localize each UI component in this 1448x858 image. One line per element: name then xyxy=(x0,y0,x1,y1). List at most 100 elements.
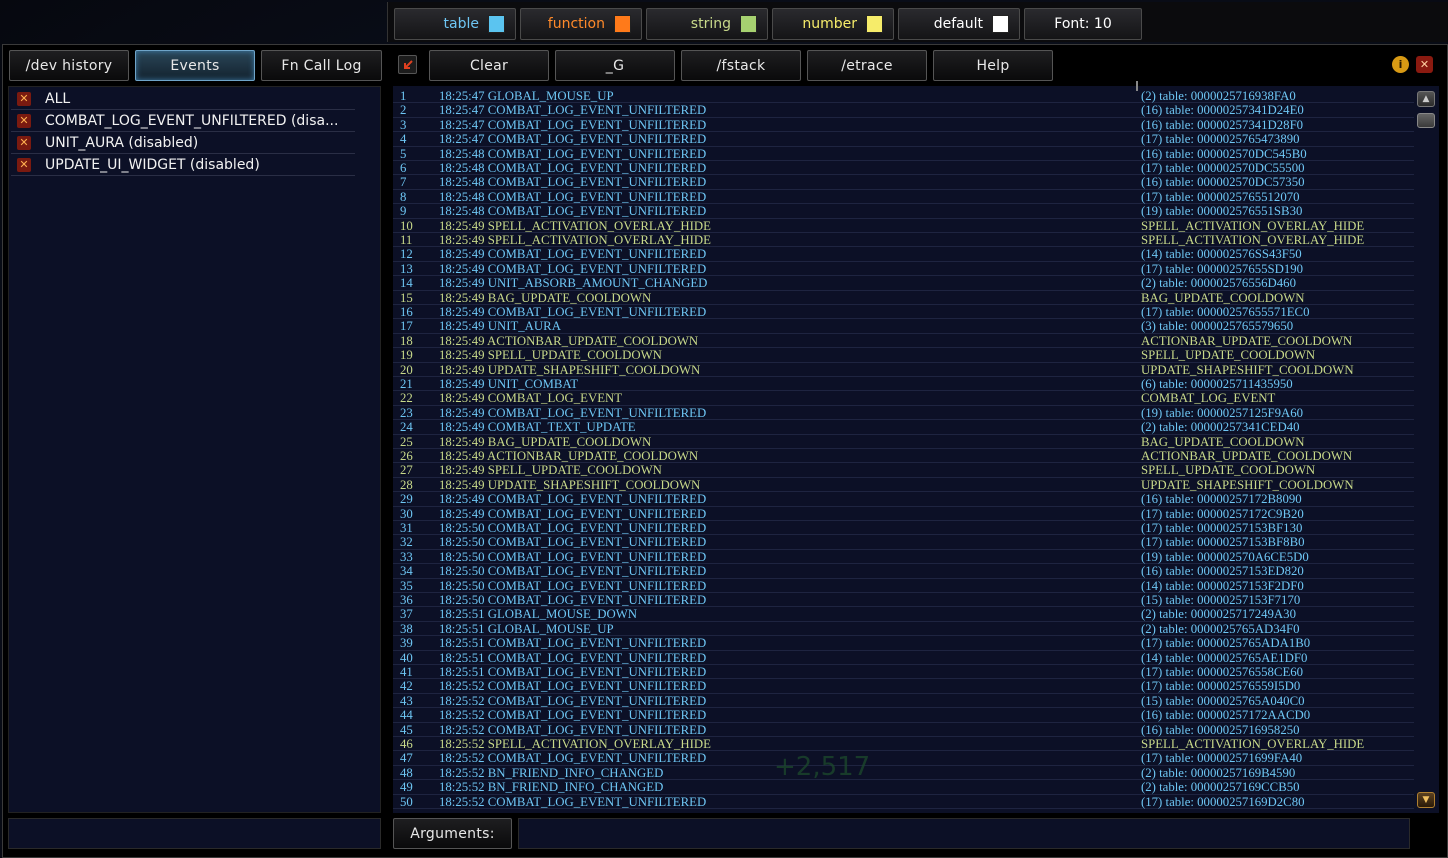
info-icon[interactable]: i xyxy=(1392,56,1409,73)
log-row[interactable]: 37 18:25:51 GLOBAL_MOUSE_DOWN (2) table: 0… xyxy=(393,607,1414,622)
legend-table-swatch[interactable] xyxy=(488,15,505,33)
log-row-args[interactable]: (17) table: 00000257169D2C80 xyxy=(1141,795,1305,809)
log-row-args[interactable]: SPELL_ACTIVATION_OVERLAY_HIDE xyxy=(1141,737,1364,751)
tab-fn-call-log[interactable]: Fn Call Log xyxy=(261,50,382,81)
log-row-args[interactable]: (14) table: 000002576SS43F50 xyxy=(1141,247,1302,261)
log-row[interactable]: 29 18:25:49 COMBAT_LOG_EVENT_UNFILTERED (1… xyxy=(393,492,1414,507)
log-row-args[interactable]: (17) table: 000002576558CE60 xyxy=(1141,665,1303,679)
legend-string[interactable]: string xyxy=(646,8,768,40)
log-row[interactable]: 10 18:25:49 SPELL_ACTIVATION_OVERLAY_HIDE… xyxy=(393,219,1414,233)
log-row-args[interactable]: (16) table: 00000257341D28F0 xyxy=(1141,118,1303,132)
help-button[interactable]: Help xyxy=(933,50,1053,81)
log-row[interactable]: 4 18:25:47 COMBAT_LOG_EVENT_UNFILTERED (17… xyxy=(393,132,1414,147)
log-row[interactable]: 3 18:25:47 COMBAT_LOG_EVENT_UNFILTERED (16… xyxy=(393,118,1414,133)
log-row-args[interactable]: (2) table: 00000257169B4590 xyxy=(1141,766,1295,780)
log-row[interactable]: 6 18:25:48 COMBAT_LOG_EVENT_UNFILTERED (17… xyxy=(393,161,1414,176)
log-row-args[interactable]: (14) table: 0000025765AE1DF0 xyxy=(1141,651,1307,665)
log-row-args[interactable]: (17) table: 0000025765ADA1B0 xyxy=(1141,636,1310,650)
log-row-args[interactable]: ACTIONBAR_UPDATE_COOLDOWN xyxy=(1141,334,1352,348)
log-row[interactable]: 33 18:25:50 COMBAT_LOG_EVENT_UNFILTERED (1… xyxy=(393,550,1414,565)
log-row-args[interactable]: (17) table: 00000257655SD190 xyxy=(1141,262,1303,276)
log-row-args[interactable]: ACTIONBAR_UPDATE_COOLDOWN xyxy=(1141,449,1352,463)
log-row[interactable]: 14 18:25:49 UNIT_ABSORB_AMOUNT_CHANGED (2)… xyxy=(393,276,1414,291)
collapse-arrow-icon[interactable] xyxy=(398,55,417,74)
log-row[interactable]: 9 18:25:48 COMBAT_LOG_EVENT_UNFILTERED (19… xyxy=(393,204,1414,219)
scroll-thumb[interactable] xyxy=(1417,113,1435,128)
log-row[interactable]: 49 18:25:52 BN_FRIEND_INFO_CHANGED (2) tab… xyxy=(393,780,1414,795)
remove-x-icon[interactable]: ✕ xyxy=(17,136,31,150)
log-row[interactable]: 46 18:25:52 SPELL_ACTIVATION_OVERLAY_HIDE… xyxy=(393,737,1414,752)
log-row-args[interactable]: UPDATE_SHAPESHIFT_COOLDOWN xyxy=(1141,363,1354,377)
arguments-input[interactable] xyxy=(518,818,1410,849)
log-row[interactable]: 32 18:25:50 COMBAT_LOG_EVENT_UNFILTERED (1… xyxy=(393,535,1414,550)
log-row-args[interactable]: (19) table: 000002570A6CE5D0 xyxy=(1141,550,1309,564)
log-row[interactable]: 2 18:25:47 COMBAT_LOG_EVENT_UNFILTERED (16… xyxy=(393,103,1414,118)
event-filter-item[interactable]: ✕ UNIT_AURA (disabled) xyxy=(11,133,355,154)
legend-default-swatch[interactable] xyxy=(992,15,1009,33)
remove-x-icon[interactable]: ✕ xyxy=(17,158,31,172)
log-row[interactable]: 16 18:25:49 COMBAT_LOG_EVENT_UNFILTERED (1… xyxy=(393,305,1414,320)
log-row[interactable]: 40 18:25:51 COMBAT_LOG_EVENT_UNFILTERED (1… xyxy=(393,651,1414,665)
log-row-args[interactable]: (15) table: 0000025765A040C0 xyxy=(1141,694,1305,708)
log-row-args[interactable]: SPELL_ACTIVATION_OVERLAY_HIDE xyxy=(1141,233,1364,247)
log-row[interactable]: 31 18:25:50 COMBAT_LOG_EVENT_UNFILTERED (1… xyxy=(393,521,1414,536)
log-row[interactable]: 22 18:25:49 COMBAT_LOG_EVENT COMBAT_LOG_EV… xyxy=(393,391,1414,406)
log-row-args[interactable]: COMBAT_LOG_EVENT xyxy=(1141,391,1275,405)
log-row-args[interactable]: SPELL_UPDATE_COOLDOWN xyxy=(1141,463,1315,477)
close-icon[interactable]: ✕ xyxy=(1416,56,1433,73)
log-row[interactable]: 15 18:25:49 BAG_UPDATE_COOLDOWN BAG_UPDATE… xyxy=(393,291,1414,305)
log-row-args[interactable]: (2) table: 0000025765AD34F0 xyxy=(1141,622,1300,636)
log-row[interactable]: 43 18:25:52 COMBAT_LOG_EVENT_UNFILTERED (1… xyxy=(393,694,1414,709)
log-row-args[interactable]: (19) table: 000002576551SB30 xyxy=(1141,204,1302,218)
log-row-args[interactable]: (17) table: 00000257153BF130 xyxy=(1141,521,1302,535)
log-row[interactable]: 8 18:25:48 COMBAT_LOG_EVENT_UNFILTERED (17… xyxy=(393,190,1414,205)
log-row-args[interactable]: (2) table: 000002576556D460 xyxy=(1141,276,1296,290)
legend-function[interactable]: function xyxy=(520,8,642,40)
log-row-args[interactable]: (17) table: 00000257153BF8B0 xyxy=(1141,535,1305,549)
log-row[interactable]: 48 18:25:52 BN_FRIEND_INFO_CHANGED (2) tab… xyxy=(393,766,1414,781)
fstack-button[interactable]: /fstack xyxy=(681,50,801,81)
tab-dev-history[interactable]: /dev history xyxy=(9,50,129,81)
tab-events[interactable]: Events xyxy=(135,50,255,81)
log-row[interactable]: 21 18:25:49 UNIT_COMBAT (6) table: 0000025… xyxy=(393,377,1414,392)
log-row-args[interactable]: (16) table: 0000025716958250 xyxy=(1141,723,1300,737)
log-row[interactable]: 27 18:25:49 SPELL_UPDATE_COOLDOWN SPELL_UP… xyxy=(393,463,1414,478)
log-row-args[interactable]: SPELL_UPDATE_COOLDOWN xyxy=(1141,348,1315,362)
log-row-args[interactable]: (3) table: 0000025765579650 xyxy=(1141,319,1293,333)
event-filter-item[interactable]: ✕ ALL xyxy=(11,89,355,110)
log-row-args[interactable]: (17) table: 00000257172C9B20 xyxy=(1141,507,1304,521)
event-filter-item[interactable]: ✕ COMBAT_LOG_EVENT_UNFILTERED (disa... xyxy=(11,111,355,132)
log-row[interactable]: 42 18:25:52 COMBAT_LOG_EVENT_UNFILTERED (1… xyxy=(393,679,1414,694)
log-row[interactable]: 24 18:25:49 COMBAT_TEXT_UPDATE (2) table: … xyxy=(393,420,1414,435)
log-scrollbar[interactable]: ▲ ▼ xyxy=(1414,86,1439,813)
log-row[interactable]: 30 18:25:49 COMBAT_LOG_EVENT_UNFILTERED (1… xyxy=(393,507,1414,521)
log-row-args[interactable]: (17) table: 000002570DC55500 xyxy=(1141,161,1305,175)
log-row-args[interactable]: (16) table: 00000257172AACD0 xyxy=(1141,708,1310,722)
log-row-args[interactable]: (2) table: 00000257169CCB50 xyxy=(1141,780,1300,794)
log-row-args[interactable]: BAG_UPDATE_COOLDOWN xyxy=(1141,435,1305,449)
event-log-list[interactable]: 1 18:25:47 GLOBAL_MOUSE_UP (2) table: 0000… xyxy=(393,86,1414,813)
log-row[interactable]: 35 18:25:50 COMBAT_LOG_EVENT_UNFILTERED (1… xyxy=(393,579,1414,593)
log-row[interactable]: 23 18:25:49 COMBAT_LOG_EVENT_UNFILTERED (1… xyxy=(393,406,1414,421)
scroll-down-icon[interactable]: ▼ xyxy=(1417,792,1435,808)
legend-string-swatch[interactable] xyxy=(740,15,757,33)
log-row-args[interactable]: (17) table: 0000025765512070 xyxy=(1141,190,1300,204)
remove-x-icon[interactable]: ✕ xyxy=(17,92,31,106)
g-button[interactable]: _G xyxy=(555,50,675,81)
log-row-args[interactable]: (14) table: 00000257153F2DF0 xyxy=(1141,579,1304,593)
log-row[interactable]: 1 18:25:47 GLOBAL_MOUSE_UP (2) table: 0000… xyxy=(393,89,1414,104)
scroll-up-icon[interactable]: ▲ xyxy=(1417,91,1435,107)
log-row[interactable]: 17 18:25:49 UNIT_AURA (3) table: 000002576… xyxy=(393,319,1414,334)
log-row[interactable]: 36 18:25:50 COMBAT_LOG_EVENT_UNFILTERED (1… xyxy=(393,593,1414,608)
log-row[interactable]: 19 18:25:49 SPELL_UPDATE_COOLDOWN SPELL_UP… xyxy=(393,348,1414,363)
log-row[interactable]: 45 18:25:52 COMBAT_LOG_EVENT_UNFILTERED (1… xyxy=(393,723,1414,737)
log-row-args[interactable]: UPDATE_SHAPESHIFT_COOLDOWN xyxy=(1141,478,1354,492)
log-row-args[interactable]: (15) table: 00000257153F7170 xyxy=(1141,593,1300,607)
filter-input[interactable] xyxy=(8,818,381,849)
log-row[interactable]: 38 18:25:51 GLOBAL_MOUSE_UP (2) table: 000… xyxy=(393,622,1414,637)
log-row-args[interactable]: (17) table: 0000025765473890 xyxy=(1141,132,1300,146)
log-row[interactable]: 13 18:25:49 COMBAT_LOG_EVENT_UNFILTERED (1… xyxy=(393,262,1414,277)
legend-number[interactable]: number xyxy=(772,8,894,40)
clear-button[interactable]: Clear xyxy=(429,50,549,81)
log-row-args[interactable]: (16) table: 00000257153ED820 xyxy=(1141,564,1304,578)
